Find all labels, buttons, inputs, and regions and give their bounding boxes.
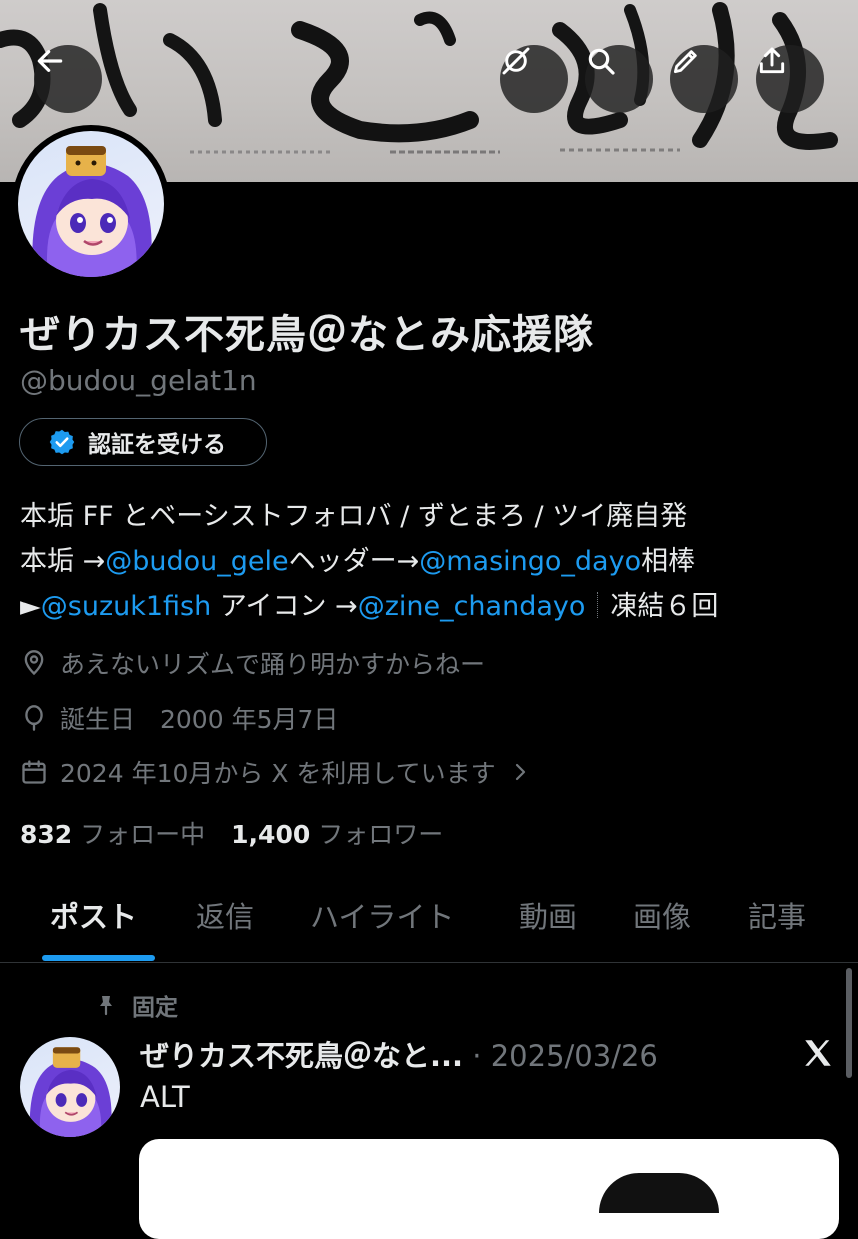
follow-stats: 832 フォロー中 1,400 フォロワー	[20, 815, 443, 851]
following-link[interactable]: 832 フォロー中	[20, 820, 205, 849]
scrollbar[interactable]	[846, 968, 852, 1078]
tab-replies[interactable]: 返信	[196, 894, 254, 936]
tab-videos[interactable]: 動画	[519, 894, 577, 936]
share-icon	[759, 47, 785, 74]
bio-mention-link[interactable]: @suzuk1fish	[41, 591, 211, 622]
location-text: あえないリズムで踊り明かすからねー	[60, 650, 486, 679]
pinned-label: 固定	[132, 995, 178, 1021]
followers-link[interactable]: 1,400 フォロワー	[231, 820, 443, 849]
tab-images[interactable]: 画像	[633, 894, 691, 936]
calendar-icon	[22, 760, 46, 784]
post-text: ALT	[140, 1080, 190, 1114]
profile-avatar[interactable]	[12, 125, 170, 283]
location-pin-icon	[24, 650, 44, 676]
balloon-icon	[25, 705, 43, 731]
joined-row[interactable]: 2024 年10月から X を利用しています	[20, 754, 532, 790]
bio-line-3: ►@suzuk1fish アイコン →@zine_chandayo 凍結６回	[20, 584, 850, 629]
bio-mention-link[interactable]: @masingo_dayo	[419, 546, 641, 577]
bio-text: 凍結６回	[610, 591, 719, 622]
avatar-image	[18, 131, 164, 277]
search-button[interactable]	[585, 45, 653, 113]
bio-mention-link[interactable]: @budou_gele	[105, 546, 288, 577]
get-verified-label: 認証を受ける	[88, 432, 226, 458]
tab-articles[interactable]: 記事	[748, 894, 806, 936]
joined-text: 2024 年10月から X を利用しています	[60, 759, 496, 788]
bio-text: ヘッダー→	[288, 546, 420, 577]
followers-count: 1,400	[231, 820, 311, 849]
pin-icon	[100, 996, 112, 1016]
media-image-content	[599, 1173, 719, 1213]
bio-divider	[597, 592, 599, 618]
back-button[interactable]	[34, 45, 102, 113]
post-author-avatar[interactable]	[20, 1037, 120, 1137]
post-author-name[interactable]: ぜりカス不死鳥＠なと...	[140, 1039, 463, 1073]
search-icon	[588, 48, 615, 75]
birthday-row: 誕生日 2000 年5月7日	[20, 700, 338, 736]
get-verified-button[interactable]: 認証を受ける	[19, 418, 267, 466]
following-count: 832	[20, 820, 73, 849]
active-tab-indicator	[42, 955, 155, 961]
pencil-icon	[673, 50, 697, 74]
bio-line-2: 本垢 →@budou_geleヘッダー→@masingo_dayo相棒	[20, 539, 850, 584]
bio-text: アイコン →	[211, 591, 358, 622]
following-label: フォロー中	[80, 820, 206, 849]
edit-button[interactable]	[670, 45, 738, 113]
grok-button[interactable]	[500, 45, 568, 113]
bio-text: 本垢 →	[20, 546, 106, 577]
user-handle: @budou_gelat1n	[20, 364, 257, 397]
profile-bio: 本垢 FF とベーシストフォロバ / ずとまろ / ツイ廃自発 本垢 →@bud…	[20, 494, 850, 629]
x-logo-icon[interactable]	[800, 1036, 836, 1070]
followers-label: フォロワー	[318, 820, 444, 849]
post-media-card[interactable]	[139, 1139, 839, 1239]
bio-text: ►	[20, 591, 41, 622]
birthday-text: 誕生日 2000 年5月7日	[60, 705, 339, 734]
location-row: あえないリズムで踊り明かすからねー	[20, 645, 485, 681]
chevron-right-icon	[515, 763, 525, 781]
tab-posts[interactable]: ポスト	[50, 894, 137, 936]
verified-badge-icon	[49, 429, 75, 455]
bio-line-1: 本垢 FF とベーシストフォロバ / ずとまろ / ツイ廃自発	[20, 501, 688, 532]
post-date[interactable]: · 2025/03/26	[472, 1039, 658, 1073]
bio-mention-link[interactable]: @zine_chandayo	[358, 591, 586, 622]
arrow-left-icon	[37, 50, 63, 72]
tab-highlights[interactable]: ハイライト	[310, 894, 454, 936]
pinned-indicator: 固定	[94, 988, 178, 1022]
share-button[interactable]	[756, 45, 824, 113]
profile-tabs: ポスト 返信 ハイライト 動画 画像 記事	[0, 884, 858, 963]
bio-text: 相棒	[641, 546, 696, 577]
post-header: ぜりカス不死鳥＠なと... · 2025/03/26	[140, 1033, 658, 1075]
slash-circle-icon	[502, 47, 530, 75]
display-name: ぜりカス不死鳥＠なとみ応援隊	[20, 312, 594, 358]
